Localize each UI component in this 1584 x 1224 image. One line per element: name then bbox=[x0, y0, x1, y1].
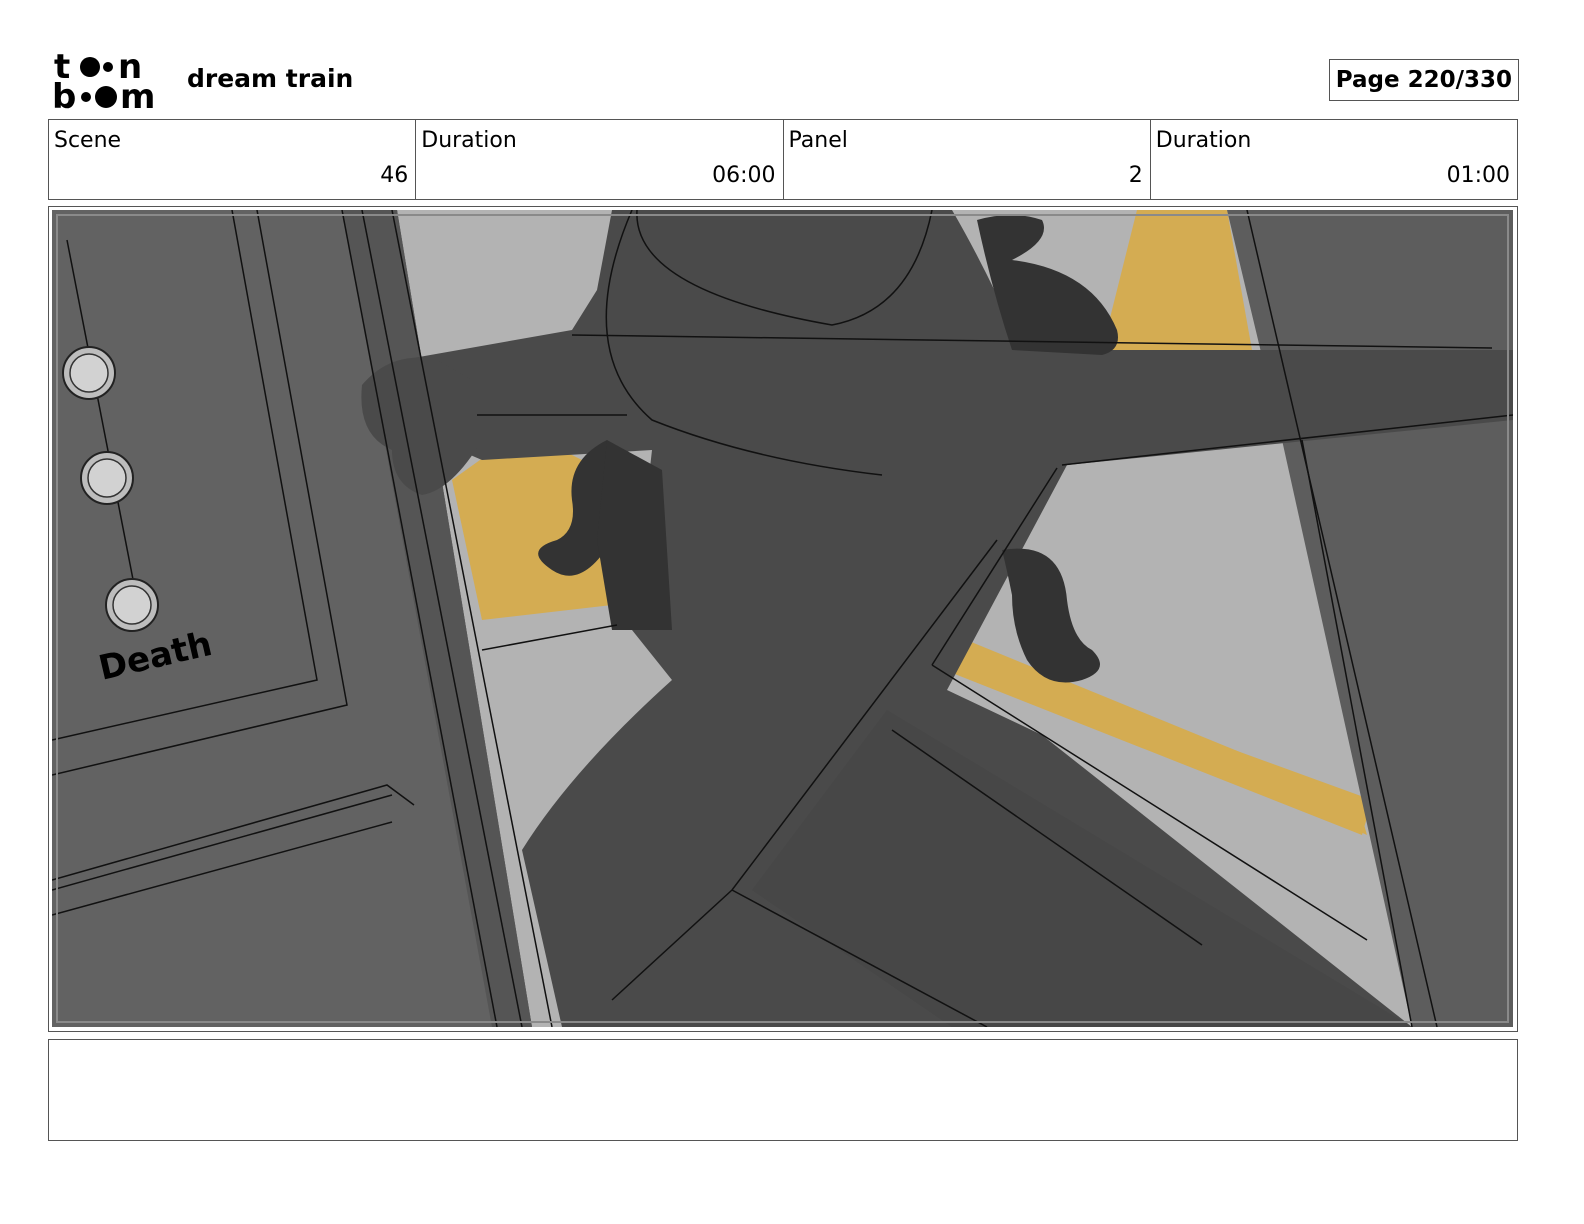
panel-label: Panel bbox=[788, 128, 848, 153]
scene-duration-cell: Duration 06:00 bbox=[416, 120, 784, 199]
scene-cell: Scene 46 bbox=[49, 120, 417, 199]
scene-label: Scene bbox=[54, 128, 122, 153]
panel-duration-value: 01:00 bbox=[1446, 163, 1510, 188]
storyboard-panel-drawing: Death bbox=[52, 210, 1513, 1027]
panel-value: 2 bbox=[1128, 163, 1143, 188]
panel-notes-box bbox=[48, 1039, 1518, 1141]
toon-boom-logo: t n b m bbox=[52, 50, 155, 112]
page-indicator: Page 220/330 bbox=[1328, 59, 1519, 101]
scene-duration-label: Duration bbox=[421, 128, 517, 153]
panel-duration-label: Duration bbox=[1155, 128, 1252, 153]
svg-text:m: m bbox=[120, 77, 155, 112]
panel-info-table: Scene 46 Duration 06:00 Panel 2 Duration… bbox=[48, 119, 1518, 200]
panel-duration-cell: Duration 01:00 bbox=[1151, 120, 1517, 199]
scene-value: 46 bbox=[380, 163, 409, 188]
project-title: dream train bbox=[187, 64, 354, 93]
scene-duration-value: 06:00 bbox=[712, 163, 776, 188]
storyboard-panel-frame: Death bbox=[48, 206, 1518, 1032]
svg-text:b: b bbox=[52, 77, 76, 112]
panel-cell: Panel 2 bbox=[784, 120, 1151, 199]
